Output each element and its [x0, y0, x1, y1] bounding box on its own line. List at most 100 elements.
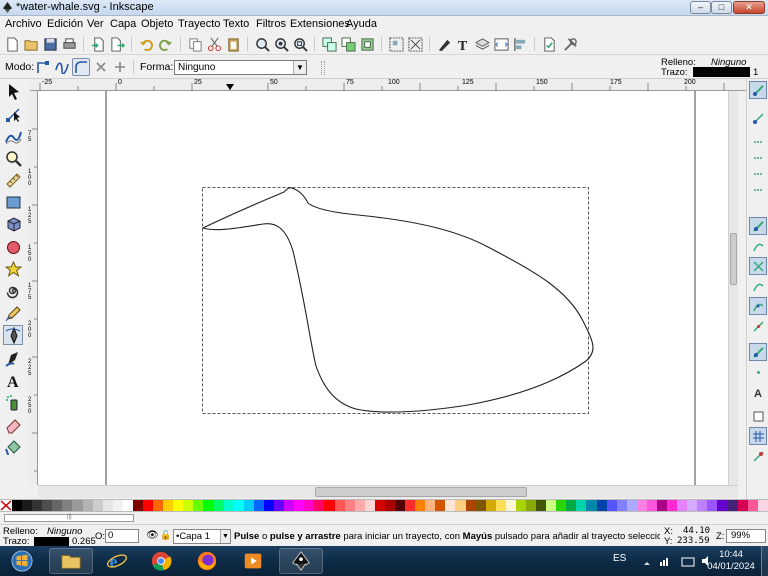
calligraphy-tool-icon[interactable] — [3, 348, 23, 368]
palette-swatch[interactable] — [62, 500, 73, 511]
vertical-scrollbar[interactable] — [728, 91, 738, 485]
layers-icon[interactable] — [474, 36, 490, 52]
ungroup-icon[interactable] — [407, 36, 423, 52]
palette-swatch[interactable] — [304, 500, 315, 511]
bspline-mode-icon[interactable] — [72, 58, 90, 76]
palette-swatch[interactable] — [697, 500, 708, 511]
snap-midpoint-icon[interactable] — [749, 317, 767, 335]
snap-smooth-icon[interactable] — [749, 297, 767, 315]
palette-swatch[interactable] — [556, 500, 567, 511]
clone-icon[interactable] — [340, 36, 356, 52]
palette-swatch[interactable] — [223, 500, 234, 511]
straight-segments-mode-icon[interactable] — [111, 58, 129, 76]
palette-swatch[interactable] — [284, 500, 295, 511]
paste-icon[interactable] — [225, 36, 241, 52]
palette-swatch[interactable] — [435, 500, 446, 511]
palette-swatch[interactable] — [445, 500, 456, 511]
snap-rotation-center-icon[interactable] — [749, 363, 767, 381]
menu-texto[interactable]: Texto — [223, 18, 249, 30]
align-icon[interactable] — [512, 36, 528, 52]
maximize-button[interactable]: □ — [711, 1, 732, 14]
print-icon[interactable] — [61, 36, 77, 52]
palette-swatch[interactable] — [546, 500, 557, 511]
fill-stroke-icon[interactable] — [436, 36, 452, 52]
shape-select[interactable]: Ninguno ▼ — [174, 60, 307, 75]
palette-swatch[interactable] — [183, 500, 194, 511]
star-tool-icon[interactable] — [3, 259, 23, 279]
internet-explorer-icon[interactable]: e — [97, 548, 137, 574]
palette-swatch[interactable] — [122, 500, 133, 511]
palette-scroll-grip[interactable]: ||| — [67, 514, 73, 522]
palette-swatch[interactable] — [213, 500, 224, 511]
spiro-mode-icon[interactable] — [53, 58, 71, 76]
export-icon[interactable] — [109, 36, 125, 52]
palette-swatch[interactable] — [757, 500, 768, 511]
palette-swatch[interactable] — [586, 500, 597, 511]
horizontal-scrollbar[interactable] — [38, 485, 738, 498]
menu-filtros[interactable]: Filtros — [256, 18, 286, 30]
eraser-tool-icon[interactable] — [3, 415, 23, 435]
palette-swatch[interactable] — [52, 500, 63, 511]
palette-swatch[interactable] — [143, 500, 154, 511]
menu-objeto[interactable]: Objeto — [141, 18, 173, 30]
palette-swatch[interactable] — [32, 500, 43, 511]
palette-swatch[interactable] — [576, 500, 587, 511]
new-icon[interactable] — [4, 36, 20, 52]
palette-swatch[interactable] — [525, 500, 537, 511]
drawing-canvas[interactable] — [38, 91, 738, 485]
palette-swatch[interactable] — [415, 500, 426, 511]
text-tool-icon[interactable]: A — [3, 370, 23, 390]
palette-swatch[interactable] — [626, 500, 637, 511]
palette-swatch[interactable] — [274, 500, 285, 511]
snap-text-baseline-icon[interactable]: A — [749, 383, 767, 401]
palette-swatch[interactable] — [132, 500, 144, 511]
palette-swatch[interactable] — [173, 500, 184, 511]
close-button[interactable]: ✕ — [733, 1, 765, 14]
no-paint-swatch[interactable] — [0, 500, 12, 511]
file-explorer-icon[interactable] — [49, 548, 93, 574]
import-icon[interactable] — [90, 36, 106, 52]
palette-swatch[interactable] — [727, 500, 738, 511]
palette-swatch[interactable] — [243, 500, 254, 511]
palette-swatch[interactable] — [42, 500, 53, 511]
menu-archivo[interactable]: Archivo — [5, 18, 42, 30]
menu-edicion[interactable]: Edición — [47, 18, 83, 30]
show-desktop-button[interactable] — [761, 546, 768, 576]
palette-swatch[interactable] — [646, 500, 657, 511]
group-icon[interactable] — [388, 36, 404, 52]
pen-tool-icon[interactable] — [3, 325, 23, 345]
tweak-tool-icon[interactable] — [3, 126, 23, 146]
paint-bucket-tool-icon[interactable] — [3, 437, 23, 457]
pencil-tool-icon[interactable] — [3, 303, 23, 323]
menu-capa[interactable]: Capa — [110, 18, 136, 30]
regular-bezier-mode-icon[interactable] — [34, 58, 52, 76]
menu-extensiones[interactable]: Extensiones — [290, 18, 350, 30]
palette-swatch[interactable] — [384, 500, 395, 511]
open-icon[interactable] — [23, 36, 39, 52]
palette-swatch[interactable] — [334, 500, 345, 511]
palette-swatch[interactable] — [72, 500, 83, 511]
paraxial-mode-icon[interactable] — [92, 58, 110, 76]
palette-swatch[interactable] — [364, 500, 375, 511]
palette-swatch[interactable] — [747, 500, 758, 511]
rectangle-tool-icon[interactable] — [3, 192, 23, 212]
palette-swatch[interactable] — [294, 500, 305, 511]
menu-trayecto[interactable]: Trayecto — [178, 18, 220, 30]
vertical-ruler[interactable]: 75 100 125 150 175 200 225 250 — [28, 91, 38, 485]
redo-icon[interactable] — [157, 36, 173, 52]
palette-swatch[interactable] — [616, 500, 627, 511]
palette-swatch[interactable] — [667, 500, 678, 511]
lock-icon[interactable]: 🔓 — [160, 530, 171, 541]
palette-swatch[interactable] — [263, 500, 275, 511]
unlink-clone-icon[interactable] — [359, 36, 375, 52]
save-icon[interactable] — [42, 36, 58, 52]
palette-swatch[interactable] — [163, 500, 174, 511]
snap-bbox-icon[interactable] — [749, 109, 767, 127]
menu-ver[interactable]: Ver — [87, 18, 104, 30]
palette-swatch[interactable] — [193, 500, 204, 511]
zoom-tool-icon[interactable] — [3, 148, 23, 168]
palette-swatch[interactable] — [354, 500, 365, 511]
snap-intersection-icon[interactable] — [749, 257, 767, 275]
palette-swatch[interactable] — [515, 500, 526, 511]
stroke-swatch[interactable] — [693, 67, 750, 77]
